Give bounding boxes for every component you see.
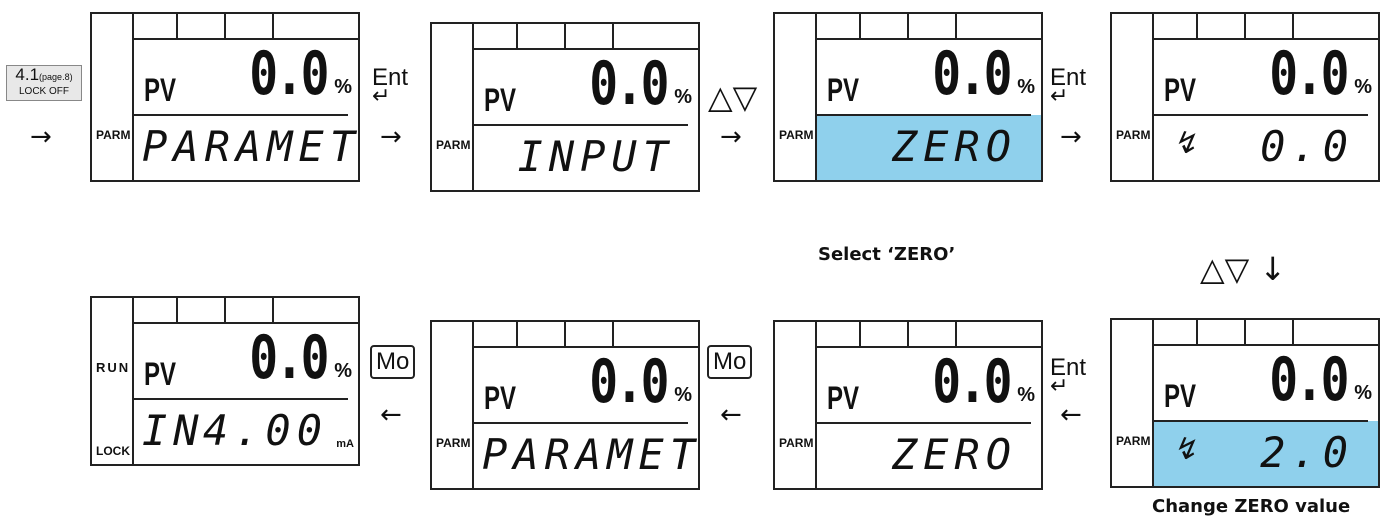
lcd-panel-parameter: PV 0.0 % PARM PARAMET	[90, 12, 360, 182]
reference-state: LOCK OFF	[18, 86, 69, 97]
caption-select-zero: Select ‘ZERO’	[818, 244, 956, 265]
mode-label: PARM	[779, 128, 814, 142]
pv-value: 0.0	[248, 323, 329, 393]
up-down-keys-2: △▽ ↓	[1200, 250, 1287, 288]
lower-display-left: IN	[142, 406, 205, 455]
pv-label: PV	[484, 380, 517, 416]
zero-adjust-icon: ↯	[1172, 127, 1198, 160]
lcd-panel-input: PV 0.0 % PARM INPUT	[430, 22, 700, 192]
lower-display-right: 4.00	[202, 406, 328, 455]
pv-value: 0.0	[588, 49, 669, 119]
lcd-panel-run: PV 0.0 % RUN LOCK IN 4.00 mA	[90, 296, 360, 466]
pv-value: 0.0	[588, 347, 669, 417]
run-label: RUN	[96, 360, 131, 375]
pv-label: PV	[144, 356, 177, 392]
lcd-panel-zero-changed: PV 0.0 % PARM ↯ 2.0	[1110, 318, 1380, 488]
pv-label: PV	[827, 72, 860, 108]
lower-display: INPUT	[517, 132, 674, 181]
ent-key-2: Ent ↵	[1050, 64, 1087, 108]
lcd-panel-parameter-return: PV 0.0 % PARM PARAMET	[430, 320, 700, 490]
pv-unit: %	[1017, 384, 1035, 406]
lcd-panel-zero-selected: PV 0.0 % PARM ZERO	[773, 12, 1043, 182]
right-arrow-2: →	[720, 122, 742, 152]
right-arrow-1: →	[380, 122, 402, 152]
mode-label: PARM	[1116, 434, 1151, 448]
left-arrow-3: ←	[1060, 400, 1082, 430]
pv-value: 0.0	[1268, 39, 1349, 109]
reference-badge: 4.1(page.8) LOCK OFF	[6, 65, 82, 101]
ent-key-1: Ent ↵	[372, 64, 409, 108]
pv-label: PV	[484, 82, 517, 118]
pv-label: PV	[827, 380, 860, 416]
pv-unit: %	[334, 76, 352, 98]
zero-adjust-icon: ↯	[1172, 433, 1198, 466]
mode-label: PARM	[1116, 128, 1151, 142]
left-arrow-2: ←	[720, 400, 742, 430]
lower-display: 0.0	[1260, 122, 1354, 171]
lcd-panel-zero-value: PV 0.0 % PARM ↯ 0.0	[1110, 12, 1380, 182]
pv-unit: %	[674, 384, 692, 406]
pv-unit: %	[1354, 76, 1372, 98]
left-arrow-1: ←	[380, 400, 402, 430]
mode-label: PARM	[436, 436, 471, 450]
lower-display: ZERO	[891, 122, 1017, 171]
pv-label: PV	[1164, 72, 1197, 108]
right-arrow-3: →	[1060, 122, 1082, 152]
mode-label: PARM	[436, 138, 471, 152]
pv-value: 0.0	[931, 39, 1012, 109]
pv-unit: %	[1354, 382, 1372, 404]
pv-unit: %	[334, 360, 352, 382]
lower-display: ZERO	[891, 430, 1017, 479]
ent-key-3: Ent ↵	[1050, 354, 1087, 398]
pv-value: 0.0	[931, 347, 1012, 417]
mo-key-1: Mo	[370, 345, 416, 379]
lower-display: PARAMET	[142, 122, 362, 171]
right-arrow-0: →	[30, 122, 52, 152]
pv-unit: %	[674, 86, 692, 108]
mode-label: PARM	[96, 128, 131, 142]
lock-label: LOCK	[96, 444, 130, 458]
pv-value: 0.0	[248, 39, 329, 109]
pv-value: 0.0	[1268, 345, 1349, 415]
pv-label: PV	[1164, 378, 1197, 414]
caption-change-zero: Change ZERO value	[1152, 496, 1351, 517]
mo-key-2: Mo	[707, 345, 753, 379]
ma-unit: mA	[336, 438, 354, 450]
reference-section: 4.1(page.8)	[15, 65, 73, 84]
pv-label: PV	[144, 72, 177, 108]
lower-display: 2.0	[1260, 428, 1354, 477]
lcd-panel-zero-confirmed: PV 0.0 % PARM ZERO	[773, 320, 1043, 490]
up-down-keys-1: △▽	[708, 78, 758, 116]
mode-label: PARM	[779, 436, 814, 450]
lower-display: PARAMET	[482, 430, 702, 479]
pv-unit: %	[1017, 76, 1035, 98]
